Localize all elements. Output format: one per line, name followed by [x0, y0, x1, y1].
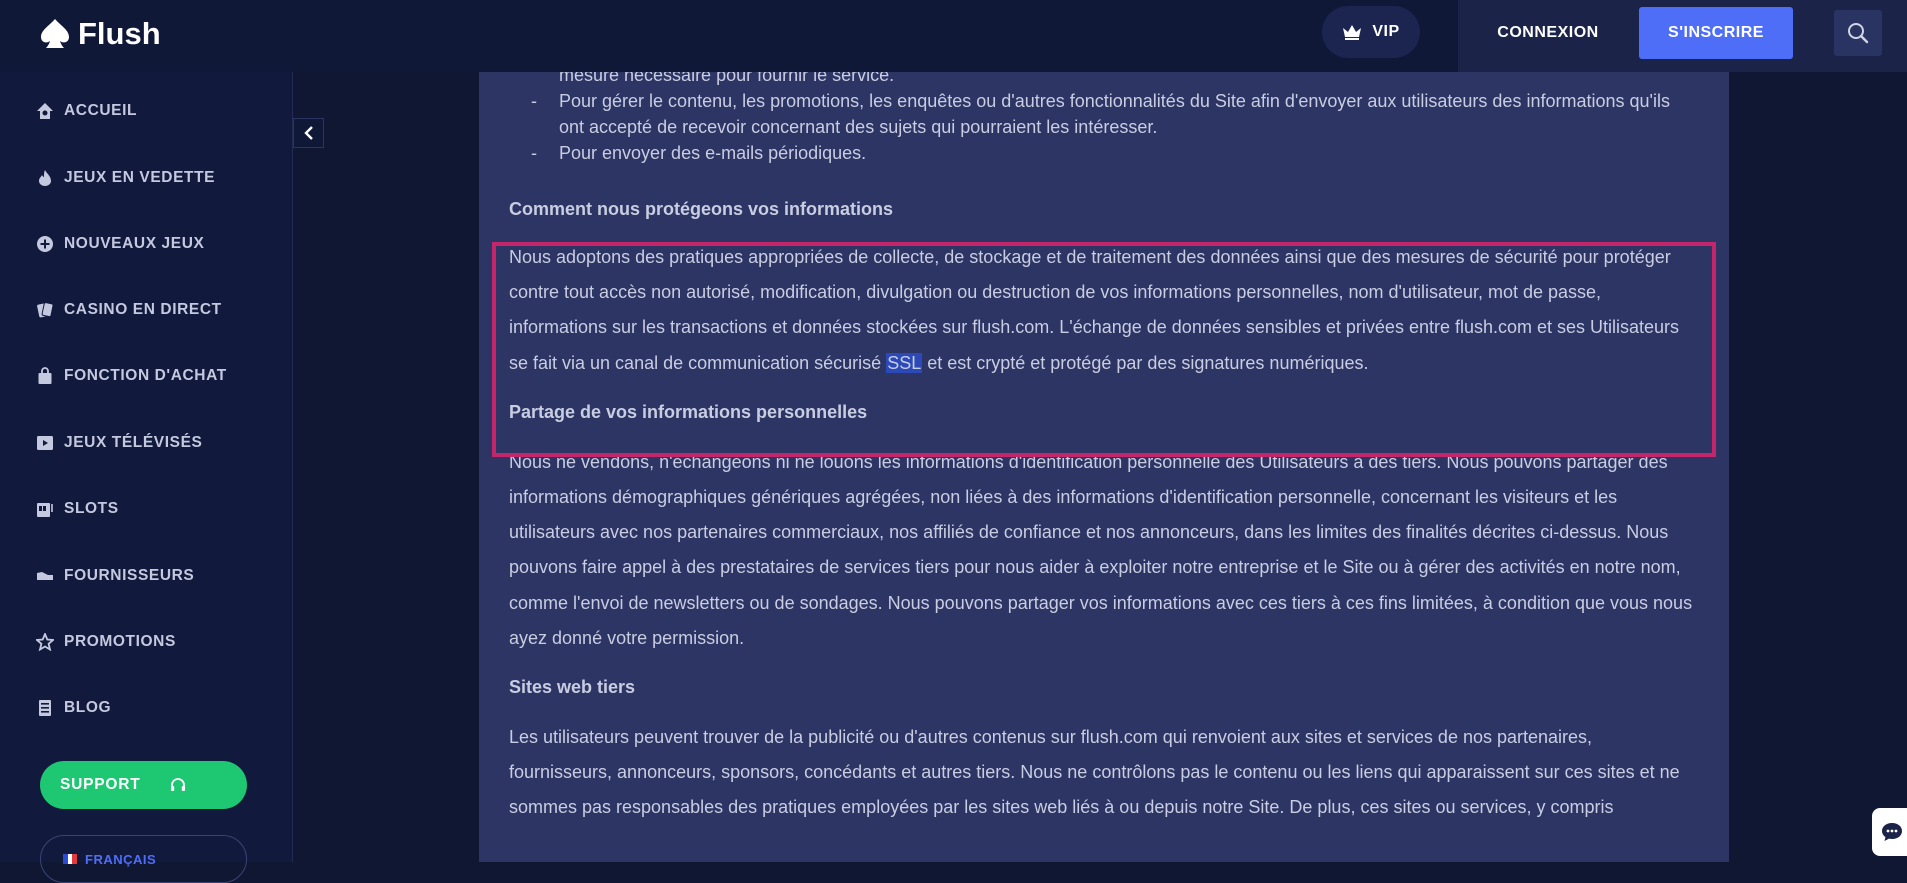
- site-logo[interactable]: Flush: [38, 14, 161, 54]
- sidebar-collapse-button[interactable]: [293, 118, 324, 148]
- list-item: mesure nécessaire pour fournir le servic…: [509, 72, 1699, 88]
- sidebar-item-label: JEUX EN VEDETTE: [64, 169, 216, 186]
- language-label: FRANÇAIS: [85, 851, 157, 867]
- sidebar-item-slots[interactable]: SLOTS: [36, 494, 119, 524]
- tv-play-icon: [37, 436, 53, 450]
- sidebar-item-label: JEUX TÉLÉVISÉS: [64, 434, 203, 451]
- sidebar-item-fournisseurs[interactable]: FOURNISSEURS: [36, 561, 194, 591]
- sidebar-item-jeux-televises[interactable]: JEUX TÉLÉVISÉS: [36, 428, 202, 458]
- spade-logo-icon: [41, 19, 69, 48]
- search-icon: [1848, 23, 1869, 44]
- section-body-thirdparty: Les utilisateurs peuvent trouver de la p…: [509, 727, 1680, 818]
- sidebar-item-accueil[interactable]: ACCUEIL: [36, 96, 137, 126]
- section-body-share: Nous ne vendons, n'échangeons ni ne louo…: [509, 451, 1693, 648]
- sidebar-item-label: NOUVEAUX JEUX: [64, 235, 205, 252]
- chevron-left-icon: [303, 126, 313, 140]
- fire-icon: [39, 170, 51, 186]
- headset-icon: [170, 778, 185, 791]
- crown-icon: [1343, 25, 1362, 40]
- france-flag-icon: [63, 854, 78, 864]
- sidebar-item-label: CASINO EN DIRECT: [64, 301, 222, 318]
- main-right-gutter: [1729, 72, 1907, 862]
- provider-icon: [37, 572, 53, 580]
- bullet-text: mesure nécessaire pour fournir le servic…: [559, 72, 895, 85]
- chat-icon: [1882, 823, 1902, 841]
- list-item: - Pour envoyer des e-mails périodiques.: [509, 140, 1699, 166]
- slot-machine-icon: [37, 503, 53, 517]
- highlight-box: [492, 242, 1716, 457]
- sidebar-item-label: BLOG: [64, 699, 112, 716]
- chat-button[interactable]: [1872, 808, 1907, 856]
- bullet-text: Pour envoyer des e-mails périodiques.: [559, 143, 867, 163]
- sidebar-item-label: SLOTS: [64, 500, 119, 517]
- sidebar-item-jeux-en-vedette[interactable]: JEUX EN VEDETTE: [36, 163, 215, 193]
- language-selector[interactable]: FRANÇAIS: [40, 835, 247, 883]
- privacy-policy-content: mesure nécessaire pour fournir le servic…: [479, 72, 1729, 862]
- sidebar-item-label: FOURNISSEURS: [64, 567, 195, 584]
- sidebar-item-casino-en-direct[interactable]: CASINO EN DIRECT: [36, 295, 222, 325]
- sidebar-item-promotions[interactable]: PROMOTIONS: [36, 627, 176, 657]
- signup-button[interactable]: S'INSCRIRE: [1639, 7, 1793, 59]
- section-heading-thirdparty: Sites web tiers: [509, 677, 636, 698]
- shopping-bag-icon: [38, 367, 52, 384]
- support-label: SUPPORT: [60, 776, 141, 793]
- sidebar-item-label: FONCTION D'ACHAT: [64, 367, 227, 384]
- document-icon: [39, 700, 51, 716]
- bullet-dash: -: [531, 91, 537, 111]
- list-item: - Pour gérer le contenu, les promotions,…: [509, 88, 1699, 140]
- sidebar-item-nouveaux-jeux[interactable]: NOUVEAUX JEUX: [36, 229, 204, 259]
- section-heading-protect: Comment nous protégeons vos informations: [509, 199, 894, 219]
- sidebar-item-blog[interactable]: BLOG: [36, 693, 111, 723]
- sidebar-item-fonction-achat[interactable]: FONCTION D'ACHAT: [36, 361, 227, 391]
- sidebar-item-label: ACCUEIL: [64, 102, 138, 119]
- vip-button[interactable]: VIP: [1322, 6, 1420, 58]
- main-left-gutter: [294, 72, 479, 862]
- login-button[interactable]: CONNEXION: [1480, 8, 1616, 58]
- vip-label: VIP: [1372, 23, 1400, 40]
- support-button[interactable]: SUPPORT: [40, 761, 247, 809]
- bullet-text: Pour gérer le contenu, les promotions, l…: [559, 91, 1670, 137]
- plus-circle-icon: [37, 236, 53, 252]
- search-button[interactable]: [1834, 10, 1882, 56]
- star-icon: [36, 633, 54, 651]
- bullet-dash: -: [531, 143, 537, 163]
- home-icon: [37, 103, 53, 119]
- sidebar-item-label: PROMOTIONS: [64, 633, 176, 650]
- logo-text: Flush: [78, 16, 161, 51]
- cards-icon: [37, 302, 54, 318]
